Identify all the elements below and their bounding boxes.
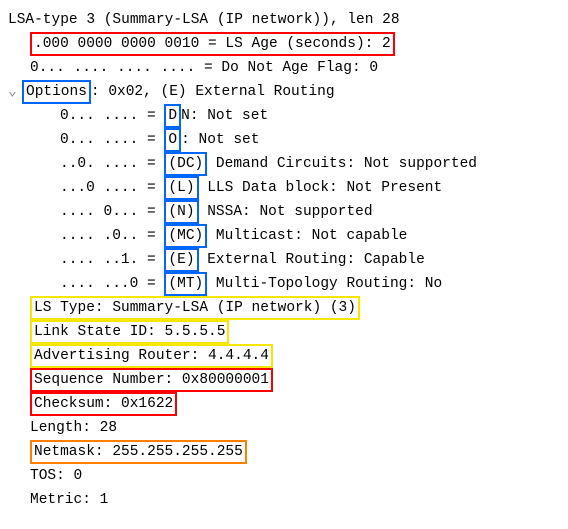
metric-row: Metric: 1	[8, 488, 560, 512]
option-bits: 0... .... =	[60, 132, 164, 148]
option-l: ...0 .... = (L) LLS Data block: Not Pres…	[8, 176, 560, 200]
option-desc: External Routing: Capable	[199, 252, 425, 268]
checksum-highlight: Checksum: 0x1622	[30, 392, 177, 416]
netmask-highlight: Netmask: 255.255.255.255	[30, 440, 247, 464]
lsa-header: LSA-type 3 (Summary-LSA (IP network)), l…	[8, 8, 560, 32]
option-n: .... 0... = (N) NSSA: Not supported	[8, 200, 560, 224]
ls-age-highlight: .000 0000 0000 0010 = LS Age (seconds): …	[30, 32, 395, 56]
option-dc: ..0. .... = (DC) Demand Circuits: Not su…	[8, 152, 560, 176]
option-flag-dc: (DC)	[164, 152, 207, 176]
option-o: 0... .... = O: Not set	[8, 128, 560, 152]
options-label-highlight: Options	[22, 80, 91, 104]
ls-age-row: .000 0000 0000 0010 = LS Age (seconds): …	[8, 32, 560, 56]
option-bits: 0... .... =	[60, 108, 164, 124]
option-e: .... ..1. = (E) External Routing: Capabl…	[8, 248, 560, 272]
option-bits: .... ..1. =	[60, 252, 164, 268]
option-flag-dn: D	[164, 104, 181, 128]
option-desc: N: Not set	[181, 108, 268, 124]
do-not-age-row: 0... .... .... .... = Do Not Age Flag: 0	[8, 56, 560, 80]
checksum-row: Checksum: 0x1622	[8, 392, 560, 416]
option-desc: : Not set	[181, 132, 259, 148]
ls-type-highlight: LS Type: Summary-LSA (IP network) (3)	[30, 296, 360, 320]
advertising-router-highlight: Advertising Router: 4.4.4.4	[30, 344, 273, 368]
options-row[interactable]: ⌄Options: 0x02, (E) External Routing	[8, 80, 560, 104]
options-value: : 0x02, (E) External Routing	[91, 84, 335, 100]
option-mt: .... ...0 = (MT) Multi-Topology Routing:…	[8, 272, 560, 296]
option-mc: .... .0.. = (MC) Multicast: Not capable	[8, 224, 560, 248]
option-flag-mt: (MT)	[164, 272, 207, 296]
length-row: Length: 28	[8, 416, 560, 440]
chevron-down-icon[interactable]: ⌄	[8, 80, 22, 104]
option-desc: NSSA: Not supported	[199, 204, 373, 220]
link-state-id-row: Link State ID: 5.5.5.5	[8, 320, 560, 344]
option-bits: ..0. .... =	[60, 156, 164, 172]
sequence-number-highlight: Sequence Number: 0x80000001	[30, 368, 273, 392]
option-flag-mc: (MC)	[164, 224, 207, 248]
option-flag-o: O	[164, 128, 181, 152]
option-bits: .... .0.. =	[60, 228, 164, 244]
option-bits: ...0 .... =	[60, 180, 164, 196]
option-desc: Multicast: Not capable	[207, 228, 407, 244]
option-flag-e: (E)	[164, 248, 198, 272]
option-dn: 0... .... = DN: Not set	[8, 104, 560, 128]
option-desc: LLS Data block: Not Present	[199, 180, 443, 196]
netmask-row: Netmask: 255.255.255.255	[8, 440, 560, 464]
option-desc: Demand Circuits: Not supported	[207, 156, 477, 172]
option-bits: .... ...0 =	[60, 276, 164, 292]
option-flag-n: (N)	[164, 200, 198, 224]
option-desc: Multi-Topology Routing: No	[207, 276, 442, 292]
ls-type-row: LS Type: Summary-LSA (IP network) (3)	[8, 296, 560, 320]
tos-row: TOS: 0	[8, 464, 560, 488]
option-bits: .... 0... =	[60, 204, 164, 220]
sequence-number-row: Sequence Number: 0x80000001	[8, 368, 560, 392]
advertising-router-row: Advertising Router: 4.4.4.4	[8, 344, 560, 368]
option-flag-l: (L)	[164, 176, 198, 200]
link-state-id-highlight: Link State ID: 5.5.5.5	[30, 320, 229, 344]
